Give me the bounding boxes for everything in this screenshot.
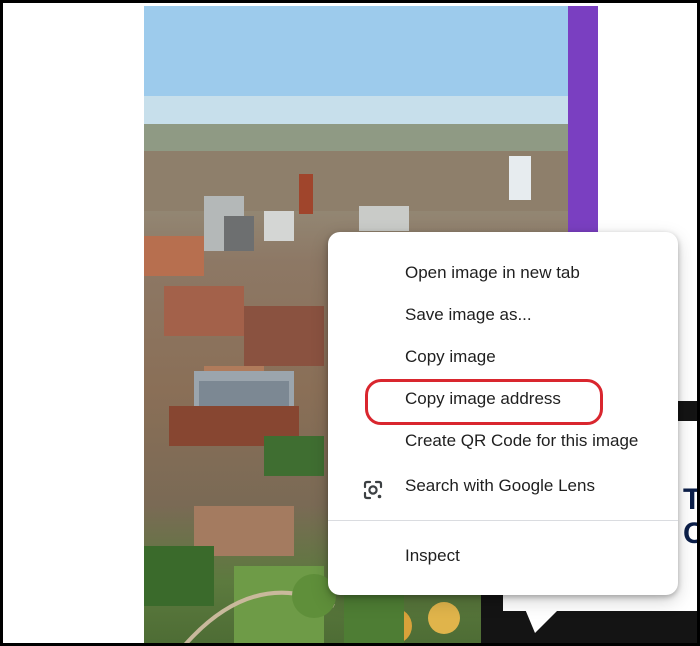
- menu-item-label: Search with Google Lens: [405, 476, 595, 495]
- highlight-annotation-ring: [365, 379, 603, 425]
- google-lens-icon: [362, 476, 384, 500]
- menu-item-copy-image[interactable]: Copy image: [328, 337, 678, 377]
- menu-item-open-image-new-tab[interactable]: Open image in new tab: [328, 253, 678, 293]
- menu-item-search-google-lens[interactable]: Search with Google Lens: [328, 466, 678, 506]
- menu-item-label: Create QR Code for this image: [405, 431, 639, 450]
- promo-heading-partial: T CL: [683, 483, 700, 550]
- menu-item-label: Inspect: [405, 546, 460, 565]
- menu-item-label: Save image as...: [405, 305, 532, 324]
- screenshot-frame: T CL Open image in new tab Save image as…: [0, 0, 700, 646]
- menu-item-label: Open image in new tab: [405, 263, 580, 282]
- page-left-margin: [3, 3, 144, 643]
- speech-bubble-tail: [525, 609, 559, 633]
- menu-separator: [328, 520, 678, 521]
- menu-item-label: Copy image: [405, 347, 496, 366]
- menu-item-save-image-as[interactable]: Save image as...: [328, 295, 678, 335]
- menu-item-create-qr-code[interactable]: Create QR Code for this image: [328, 421, 678, 461]
- menu-item-inspect[interactable]: Inspect: [328, 536, 678, 576]
